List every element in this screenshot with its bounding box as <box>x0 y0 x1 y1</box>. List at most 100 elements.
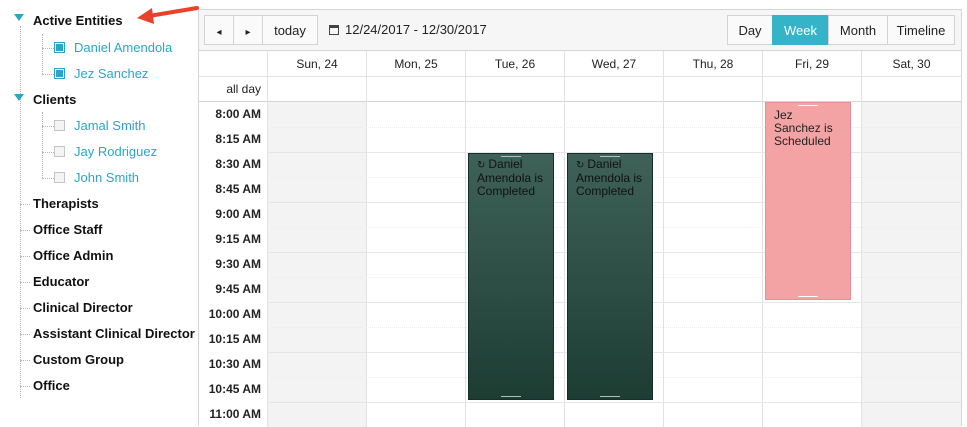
next-button[interactable]: ▸ <box>233 15 263 45</box>
tree-node-label: Educator <box>33 274 90 289</box>
calendar-toolbar: ◂ ▸ today 12/24/2017 - 12/30/2017 Day We… <box>199 10 961 51</box>
next-arrow-icon: ▸ <box>245 27 251 38</box>
week-grid: Sun, 24 Mon, 25 Tue, 26 Wed, 27 Thu, 28 … <box>199 51 961 427</box>
tree-connector <box>20 204 30 205</box>
tree-connector <box>20 230 30 231</box>
day-column-sun[interactable] <box>267 102 366 427</box>
event-resize-handle-bottom[interactable] <box>501 396 521 397</box>
header-spacer <box>199 51 267 77</box>
prev-button[interactable]: ◂ <box>204 15 234 45</box>
tree-connector <box>42 34 43 74</box>
day-header-thu: Thu, 28 <box>663 51 762 77</box>
tree-connector <box>20 282 30 283</box>
calendar: ◂ ▸ today 12/24/2017 - 12/30/2017 Day We… <box>198 9 962 427</box>
time-label: 8:45 AM <box>215 182 261 196</box>
event-resize-handle-top[interactable] <box>600 156 620 157</box>
recurring-icon: ↻ <box>576 160 585 171</box>
time-label: 11:00 AM <box>209 407 261 421</box>
tree-node-label: Jay Rodriguez <box>74 144 158 159</box>
slot-line <box>267 402 961 403</box>
tree-connector <box>20 360 30 361</box>
view-day-button[interactable]: Day <box>727 15 773 45</box>
date-range: 12/24/2017 - 12/30/2017 <box>329 15 487 45</box>
time-label: 8:15 AM <box>215 132 261 146</box>
event-jez-fri[interactable]: Jez Sanchez is Scheduled <box>765 102 851 300</box>
event-daniel-wed[interactable]: ↻ Daniel Amendola is Completed <box>567 153 653 400</box>
allday-cell-wed[interactable] <box>564 77 663 102</box>
tree-node-label: Custom Group <box>33 352 124 367</box>
tree-node-label: Office Admin <box>33 248 114 263</box>
tree-node-label: Clients <box>33 92 77 107</box>
annotation-arrow-icon <box>137 6 199 24</box>
day-column-mon[interactable] <box>366 102 465 427</box>
date-range-text: 12/24/2017 - 12/30/2017 <box>345 22 487 37</box>
view-timeline-button[interactable]: Timeline <box>887 15 955 45</box>
tree-connector <box>20 386 30 387</box>
checkbox-daniel[interactable] <box>54 42 65 53</box>
time-label: 8:30 AM <box>215 157 261 171</box>
allday-cell-sun[interactable] <box>267 77 366 102</box>
tree-node-label: Daniel Amendola <box>74 40 173 55</box>
allday-cell-sat[interactable] <box>861 77 961 102</box>
expand-triangle-icon[interactable] <box>14 94 24 101</box>
event-resize-handle-bottom[interactable] <box>600 396 620 397</box>
event-resize-handle-top[interactable] <box>501 156 521 157</box>
tree-connector <box>20 334 30 335</box>
checkbox-jamal[interactable] <box>54 120 65 131</box>
day-header-mon: Mon, 25 <box>366 51 465 77</box>
day-column-thu[interactable] <box>663 102 762 427</box>
tree-connector <box>20 256 30 257</box>
checkbox-john[interactable] <box>54 172 65 183</box>
tree-connector <box>42 48 54 49</box>
day-header-wed: Wed, 27 <box>564 51 663 77</box>
time-label: 9:00 AM <box>215 207 261 221</box>
time-label: 10:00 AM <box>208 307 261 321</box>
allday-cell-thu[interactable] <box>663 77 762 102</box>
day-header-tue: Tue, 26 <box>465 51 564 77</box>
time-label: 10:30 AM <box>208 357 261 371</box>
event-title: Daniel Amendola is Completed <box>576 157 643 198</box>
event-resize-handle-bottom[interactable] <box>798 296 818 297</box>
event-title: Daniel Amendola is Completed <box>477 157 544 198</box>
calendar-icon <box>329 25 339 35</box>
recurring-icon: ↻ <box>477 160 486 171</box>
time-label: 9:30 AM <box>215 257 261 271</box>
tree-connector <box>42 74 54 75</box>
tree-connector <box>42 112 43 178</box>
day-header-sat: Sat, 30 <box>861 51 961 77</box>
entity-tree: Active Entities Daniel Amendola Jez Sanc… <box>0 0 198 426</box>
checkbox-jay[interactable] <box>54 146 65 157</box>
tree-node-label: Assistant Clinical Director <box>33 326 195 341</box>
prev-arrow-icon: ◂ <box>216 27 222 38</box>
tree-connector <box>20 26 21 398</box>
time-label: 10:15 AM <box>208 332 261 346</box>
day-header-fri: Fri, 29 <box>762 51 861 77</box>
tree-connector <box>42 178 54 179</box>
tree-node-label: John Smith <box>74 170 140 185</box>
tree-node-label: Office Staff <box>33 222 103 237</box>
allday-cell-fri[interactable] <box>762 77 861 102</box>
allday-cell-tue[interactable] <box>465 77 564 102</box>
tree-node-label: Office <box>33 378 70 393</box>
day-column-sat[interactable] <box>861 102 961 427</box>
view-week-button[interactable]: Week <box>772 15 829 45</box>
time-label: 10:45 AM <box>208 382 261 396</box>
time-label: 9:15 AM <box>215 232 261 246</box>
time-label: 9:45 AM <box>215 282 261 296</box>
expand-triangle-icon[interactable] <box>14 14 24 21</box>
allday-label: all day <box>199 77 267 102</box>
tree-node-label: Active Entities <box>33 13 123 28</box>
tree-connector <box>20 308 30 309</box>
allday-cell-mon[interactable] <box>366 77 465 102</box>
event-resize-handle-top[interactable] <box>798 105 818 106</box>
tree-connector <box>42 152 54 153</box>
view-month-button[interactable]: Month <box>828 15 888 45</box>
day-header-sun: Sun, 24 <box>267 51 366 77</box>
event-daniel-tue[interactable]: ↻ Daniel Amendola is Completed <box>468 153 554 400</box>
event-title: Jez Sanchez is Scheduled <box>774 108 833 148</box>
checkbox-jez[interactable] <box>54 68 65 79</box>
today-button[interactable]: today <box>262 15 318 45</box>
tree-node-label: Jez Sanchez <box>74 66 149 81</box>
time-label: 8:00 AM <box>215 107 261 121</box>
tree-connector <box>42 126 54 127</box>
